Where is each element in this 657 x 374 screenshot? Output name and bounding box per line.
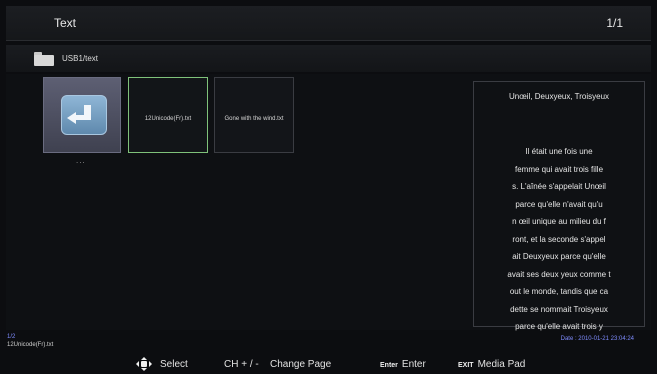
- return-arrow-icon: [61, 95, 107, 135]
- dpad-icon: [136, 357, 152, 371]
- hint-exit-label: Media Pad: [477, 359, 526, 370]
- preview-line: dette se nommait Troisyeux: [510, 304, 608, 314]
- date-time: Date : 2010-01-21 23:04:24: [560, 336, 634, 342]
- item-index: 1/2: [7, 334, 16, 340]
- key-hints-bar: Select CH + / - Change Page Enter Enter E…: [0, 357, 657, 373]
- hint-exit-key: EXIT: [458, 362, 474, 369]
- page-title: Text: [54, 16, 77, 30]
- status-info: 1/2 12Unicode(Fr).txt: [7, 333, 53, 349]
- path-bar: USB1/text: [6, 45, 651, 72]
- parent-folder-label: ...: [76, 156, 86, 165]
- preview-line: ront, et la seconde s'appel: [512, 234, 606, 244]
- selected-file-name: 12Unicode(Fr).txt: [7, 342, 54, 348]
- page-indicator: 1/1: [606, 16, 623, 30]
- preview-text: Il était une fois une femme qui avait tr…: [474, 143, 644, 336]
- folder-icon: [34, 52, 54, 66]
- text-preview-pane: Unœil, Deuxyeux, Troisyeux Il était une …: [473, 81, 645, 331]
- current-path: USB1/text: [62, 54, 99, 63]
- preview-line: Il était une fois une: [525, 147, 593, 156]
- preview-line: parce qu'elle n'avait qu'u: [515, 199, 603, 209]
- file-name: 12Unicode(Fr).txt: [144, 116, 192, 122]
- hint-change-page-key: CH + / -: [224, 359, 259, 370]
- hint-enter-key: Enter: [380, 362, 398, 369]
- preview-line: femme qui avait trois fille: [514, 164, 604, 174]
- hint-change-page: Change Page: [270, 359, 332, 370]
- hint-enter-label: Enter: [401, 359, 426, 370]
- file-name: Gone with the wind.txt: [224, 116, 284, 122]
- parent-folder-tile[interactable]: [43, 77, 121, 153]
- preview-line: n œil unique au milieu du f: [512, 217, 606, 226]
- preview-line: avait ses deux yeux comme t: [507, 269, 611, 279]
- hint-enter: Enter Enter: [380, 359, 426, 370]
- preview-line: ait Deuxyeux parce qu'elle: [512, 252, 606, 261]
- file-tile-gone-with-the-wind[interactable]: Gone with the wind.txt: [214, 77, 294, 153]
- file-browser: ... 12Unicode(Fr).txt Gone with the wind…: [6, 74, 651, 331]
- header-bar: Text 1/1: [6, 6, 651, 41]
- file-tile-12unicode[interactable]: 12Unicode(Fr).txt: [128, 77, 208, 153]
- preview-line: s. L'aînée s'appelait Unœil: [512, 182, 606, 191]
- preview-line: parce qu'elle avait trois y: [515, 322, 603, 331]
- media-player-screen: Text 1/1 USB1/text ... 12Unicode(Fr).txt…: [0, 0, 657, 374]
- preview-title: Unœil, Deuxyeux, Troisyeux: [508, 92, 610, 101]
- preview-line: out le monde, tandis que ca: [509, 287, 609, 296]
- hint-exit: EXIT Media Pad: [458, 359, 525, 370]
- hint-select: Select: [160, 359, 188, 370]
